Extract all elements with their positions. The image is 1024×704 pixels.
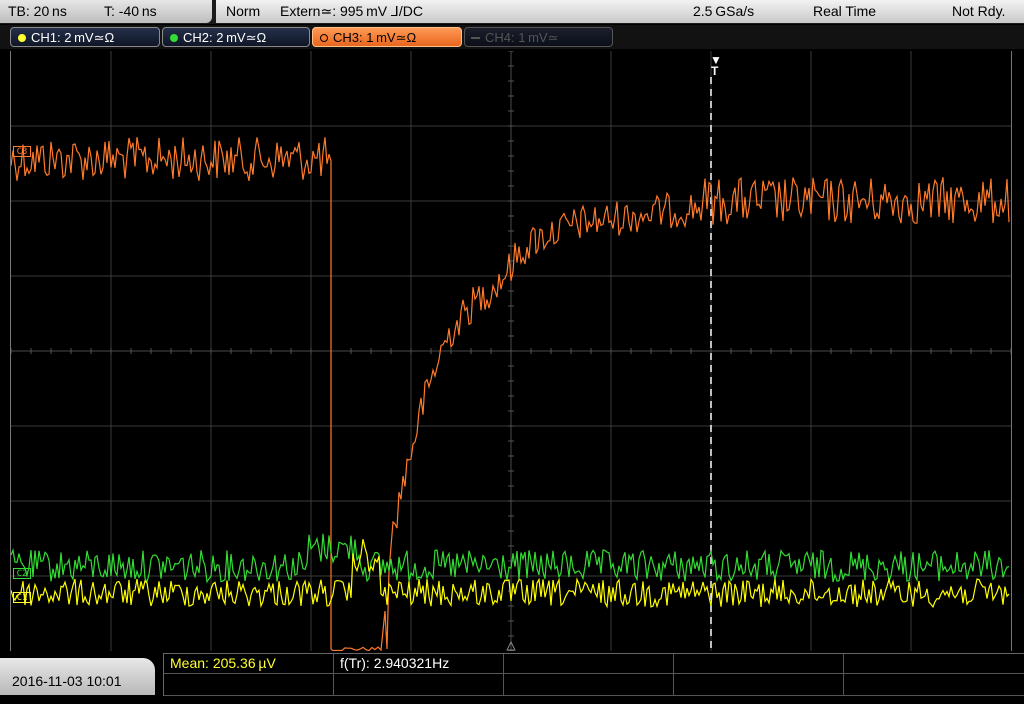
measurement-slot-10[interactable] (844, 674, 1024, 696)
frequency-value: 2.940321Hz (373, 655, 450, 671)
channel-button-ch4[interactable]: CH4: 1 mV≃ (464, 27, 613, 47)
measurement-panel[interactable]: Mean: 205.36 µV f(Tr): 2.940321Hz (163, 653, 1024, 696)
mean-value: 205.36 µV (212, 655, 276, 671)
waveform-canvas (11, 51, 1011, 651)
measurement-slot-4[interactable] (674, 654, 844, 674)
ch2-trace (11, 533, 1010, 584)
channel-button-ch1[interactable]: CH1: 2 mV≃Ω (10, 27, 160, 47)
channel-label: CH2: 2 mV≃Ω (183, 30, 267, 45)
trigger-mode-label[interactable]: Norm (226, 0, 260, 23)
channel-tabs: CH1: 2 mV≃Ω CH2: 2 mV≃Ω CH3: 1 mV≃Ω CH4:… (0, 25, 1024, 49)
channel-button-ch3[interactable]: CH3: 1 mV≃Ω (312, 27, 462, 47)
measurement-slot-8[interactable] (504, 674, 674, 696)
channel-label: CH1: 2 mV≃Ω (31, 30, 115, 45)
ch2-offset-marker[interactable]: C2 (13, 568, 31, 579)
mean-measurement[interactable]: Mean: 205.36 µV (164, 654, 334, 674)
trigger-source-label[interactable]: Extern≃: 995 mV ⅃/DC (280, 0, 423, 23)
ch4-disabled-icon (471, 37, 480, 39)
measurement-slot-7[interactable] (334, 674, 504, 696)
mean-label: Mean: (170, 655, 213, 671)
measurement-slot-6[interactable] (164, 674, 334, 696)
date-time-display: 2016-11-03 10:01 (0, 658, 155, 695)
sample-rate-label[interactable]: 2.5 GSa/s (693, 0, 754, 23)
status-bar: TB: 20 ns T: -40 ns Norm Extern≃: 995 mV… (0, 0, 1024, 24)
ch3-color-icon (320, 34, 328, 42)
ch1-color-icon (18, 34, 26, 42)
timebase-panel[interactable]: TB: 20 ns T: -40 ns (0, 0, 212, 23)
channel-label: CH4: 1 mV≃ (485, 30, 559, 45)
trigger-position-marker[interactable]: T (711, 65, 718, 77)
run-state-label: Not Rdy. (952, 3, 1006, 19)
ch2-color-icon (170, 34, 178, 42)
ch1-offset-marker[interactable]: C1 (13, 592, 31, 603)
ch3-offset-marker[interactable]: C3 (13, 146, 31, 157)
trigger-time-label[interactable]: T: -40 ns (104, 0, 157, 23)
trigger-panel[interactable]: Norm Extern≃: 995 mV ⅃/DC 2.5 GSa/s Real… (216, 0, 1024, 23)
timebase-label[interactable]: TB: 20 ns (8, 0, 67, 23)
frequency-measurement[interactable]: f(Tr): 2.940321Hz (334, 654, 504, 674)
bottom-bar: 2016-11-03 10:01 Mean: 205.36 µV f(Tr): … (0, 653, 1024, 696)
waveform-display[interactable]: C3 C2 C1 ▼ T (10, 51, 1012, 651)
measurement-slot-3[interactable] (504, 654, 674, 674)
channel-label: CH3: 1 mV≃Ω (333, 30, 417, 45)
acquisition-mode-label[interactable]: Real Time (813, 0, 876, 23)
measurement-slot-9[interactable] (674, 674, 844, 696)
frequency-label: f(Tr): (340, 655, 374, 671)
measurement-slot-5[interactable] (844, 654, 1024, 674)
channel-button-ch2[interactable]: CH2: 2 mV≃Ω (162, 27, 310, 47)
